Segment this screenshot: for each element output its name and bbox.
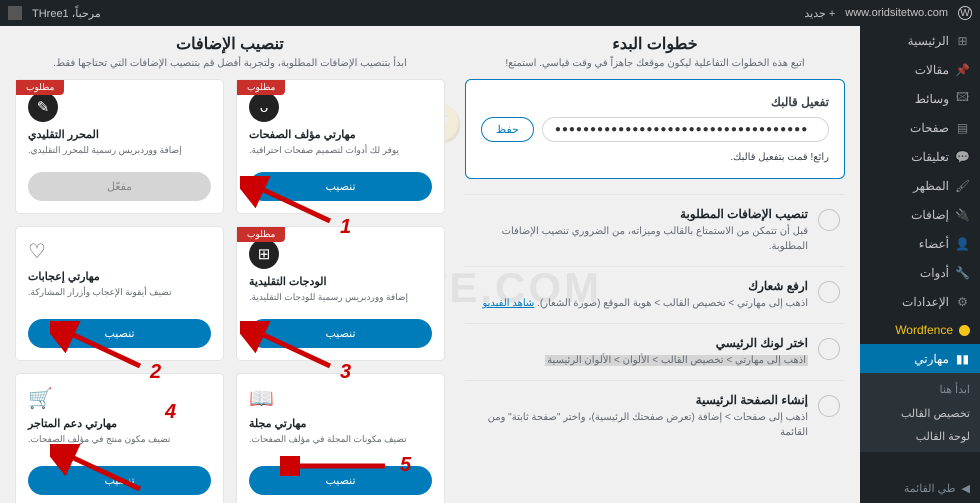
plugin-title: المحرر التقليدي — [28, 128, 211, 141]
composer-icon: ᴗ — [249, 92, 279, 122]
new-link[interactable]: + جديد — [804, 7, 835, 20]
avatar-icon[interactable] — [8, 6, 22, 20]
plugin-desc: يوفر لك أدوات لتصميم صفحات احترافية. — [249, 145, 432, 164]
step-check-icon[interactable] — [818, 209, 840, 231]
collapse-menu[interactable]: ◀طي القائمة — [860, 474, 980, 503]
step-check-icon[interactable] — [818, 395, 840, 417]
sidebar-pages[interactable]: ▤صفحات — [860, 113, 980, 142]
token-box: تفعيل قالبك حفظ رائع! قمت بتفعيل قالبك. — [465, 79, 845, 179]
step-create-homepage: إنشاء الصفحة الرئيسية اذهب إلى صفحات > إ… — [465, 380, 845, 452]
plugin-desc: إضافة ووردبريس رسمية للمحرر التقليدي. — [28, 145, 211, 164]
dashboard-icon: ⊞ — [955, 33, 970, 48]
wp-logo-icon[interactable]: W — [958, 6, 972, 20]
token-message: رائع! قمت بتفعيل قالبك. — [481, 152, 829, 163]
sidebar-settings[interactable]: ⚙الإعدادات — [860, 287, 980, 316]
annotation-num-1: 1 — [340, 216, 351, 239]
widgets-icon: ⊞ — [249, 239, 279, 269]
page-icon: ▤ — [955, 120, 970, 135]
step-title: ارفع شعارك — [470, 279, 808, 293]
plugin-title: مهارتي دعم المتاجر — [28, 417, 211, 430]
book-icon: 📖 — [249, 386, 274, 411]
step-check-icon[interactable] — [818, 281, 840, 303]
install-button[interactable]: تنصيب — [249, 319, 432, 348]
token-input[interactable] — [542, 117, 829, 142]
submenu-head: ابدأ هنا — [860, 377, 980, 402]
site-link[interactable]: www.oridsitetwo.com — [845, 7, 948, 19]
steps-subtitle: اتبع هذه الخطوات التفاعلية ليكون موقعك ج… — [465, 58, 845, 69]
plugin-desc: إضافة ووردبريس رسمية للودجات التقليدية. — [249, 292, 432, 311]
annotation-num-2: 2 — [150, 361, 161, 384]
sidebar-posts[interactable]: 📌مقالات — [860, 55, 980, 84]
plugin-card-likes: ♡ مهارتي إعجابات تضيف أيقونة الإعجاب وأز… — [15, 226, 224, 361]
step-title: اختر لونك الرئيسي — [470, 336, 808, 350]
wrench-icon: 🔧 — [955, 265, 970, 280]
step-upload-logo: ارفع شعارك اذهب إلى مهارتي > تخصيص القال… — [465, 266, 845, 323]
wordfence-icon — [959, 325, 970, 336]
plugin-title: مهارتي مجلة — [249, 417, 432, 430]
annotation-num-5: 5 — [400, 454, 411, 477]
required-badge: مطلوب — [16, 80, 64, 95]
step-desc: اذهب إلى مهارتي > تخصيص القالب > الألوان… — [470, 353, 808, 368]
admin-bar: W www.oridsitetwo.com + جديد مرحباً، THr… — [0, 0, 980, 26]
sidebar-meharty[interactable]: ▮▮مهارتي — [860, 344, 980, 373]
required-badge: مطلوب — [237, 80, 285, 95]
step-choose-color: اختر لونك الرئيسي اذهب إلى مهارتي > تخصي… — [465, 323, 845, 380]
media-icon: 🖾 — [955, 91, 970, 106]
sidebar-users[interactable]: 👤أعضاء — [860, 229, 980, 258]
install-button[interactable]: تنصيب — [249, 172, 432, 201]
annotation-num-4: 4 — [165, 401, 176, 424]
plugin-title: مهارتي إعجابات — [28, 270, 211, 283]
plugin-title: مهارتي مؤلف الصفحات — [249, 128, 432, 141]
sidebar-comments[interactable]: 💬تعليقات — [860, 142, 980, 171]
step-desc: قبل أن تتمكن من الاستمتاع بالقالب وميزات… — [470, 224, 808, 254]
step-title: تنصيب الإضافات المطلوبة — [470, 207, 808, 221]
comment-icon: 💬 — [955, 149, 970, 164]
plugin-title: الودجات التقليدية — [249, 275, 432, 288]
sidebar-appearance[interactable]: 🖌المظهر — [860, 171, 980, 200]
step-title: إنشاء الصفحة الرئيسية — [470, 393, 808, 407]
sliders-icon: ⚙ — [955, 294, 970, 309]
sidebar-tools[interactable]: 🔧أدوات — [860, 258, 980, 287]
video-link[interactable]: شاهد الفيديو — [482, 298, 534, 309]
plugin-card-magazine: 📖 مهارتي مجلة تضيف مكونات المجلة في مؤلف… — [236, 373, 445, 503]
step-install-plugins: تنصيب الإضافات المطلوبة قبل أن تتمكن من … — [465, 194, 845, 266]
install-button[interactable]: تنصيب — [28, 466, 211, 495]
greeting[interactable]: مرحباً، THree1 — [32, 7, 101, 20]
plugin-card-composer: مطلوب ᴗ مهارتي مؤلف الصفحات يوفر لك أدوا… — [236, 79, 445, 214]
bars-icon: ▮▮ — [955, 351, 970, 366]
sidebar-wordfence[interactable]: Wordfence — [860, 316, 980, 344]
submenu-dashboard[interactable]: لوحة القالب — [860, 425, 980, 448]
brush-icon: 🖌 — [955, 178, 970, 193]
submenu-customize[interactable]: تخصيص القالب — [860, 402, 980, 425]
sidebar-plugins[interactable]: 🔌إضافات — [860, 200, 980, 229]
pin-icon: 📌 — [955, 62, 970, 77]
sidebar-dashboard[interactable]: ⊞الرئيسية — [860, 26, 980, 55]
cart-icon: 🛒 — [28, 386, 53, 411]
install-button[interactable]: تنصيب — [28, 319, 211, 348]
plugin-card-shop: 🛒 مهارتي دعم المتاجر تضيف مكون منتج في م… — [15, 373, 224, 503]
steps-title: خطوات البدء — [465, 34, 845, 54]
plugins-subtitle: ابدأ بتنصيب الإضافات المطلوبة، ولتجربة أ… — [15, 58, 445, 69]
plugin-desc: تضيف أيقونة الإعجاب وأزرار المشاركة. — [28, 287, 211, 311]
heart-icon: ♡ — [28, 239, 46, 264]
annotation-num-3: 3 — [340, 361, 351, 384]
step-check-icon[interactable] — [818, 338, 840, 360]
token-save-button[interactable]: حفظ — [481, 117, 534, 142]
required-badge: مطلوب — [237, 227, 285, 242]
sidebar-media[interactable]: 🖾وسائط — [860, 84, 980, 113]
step-desc: اذهب إلى صفحات > إضافة (تعرض صفحتك الرئي… — [470, 410, 808, 440]
admin-sidebar: ⊞الرئيسية 📌مقالات 🖾وسائط ▤صفحات 💬تعليقات… — [860, 26, 980, 503]
activated-button: مفعّل — [28, 172, 211, 201]
sidebar-submenu: ابدأ هنا تخصيص القالب لوحة القالب — [860, 373, 980, 452]
user-icon: 👤 — [955, 236, 970, 251]
token-title: تفعيل قالبك — [481, 95, 829, 109]
editor-icon: ✎ — [28, 92, 58, 122]
plugins-title: تنصيب الإضافات — [15, 34, 445, 54]
chevron-left-icon: ◀ — [962, 482, 970, 495]
plug-icon: 🔌 — [955, 207, 970, 222]
plugin-card-classic-editor: مطلوب ✎ المحرر التقليدي إضافة ووردبريس ر… — [15, 79, 224, 214]
plugin-card-classic-widgets: مطلوب ⊞ الودجات التقليدية إضافة ووردبريس… — [236, 226, 445, 361]
plugin-desc: تضيف مكون منتج في مؤلف الصفحات. — [28, 434, 211, 458]
step-desc: اذهب إلى مهارتي > تخصيص القالب > هوية ال… — [470, 296, 808, 311]
